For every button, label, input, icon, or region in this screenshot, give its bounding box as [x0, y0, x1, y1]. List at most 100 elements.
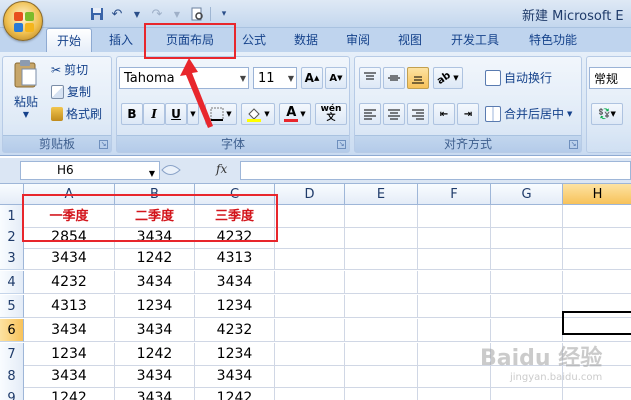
cell-d1[interactable] — [275, 205, 345, 228]
paste-dropdown-icon[interactable]: ▼ — [23, 110, 29, 119]
cell-g3[interactable] — [491, 247, 563, 270]
tab-formulas[interactable]: 公式 — [234, 28, 274, 52]
row-header-5[interactable]: 5 — [0, 295, 24, 318]
select-all-corner[interactable] — [0, 184, 24, 205]
alignment-launcher-icon[interactable]: ↘ — [569, 140, 578, 149]
row-header-2[interactable]: 2 — [0, 226, 24, 249]
align-top-button[interactable] — [359, 67, 381, 89]
customize-qat-icon[interactable]: ▾ — [215, 5, 233, 23]
number-format-select[interactable]: 常规 — [589, 67, 631, 89]
cell-h3[interactable] — [563, 247, 631, 270]
cell-d9[interactable] — [275, 387, 345, 400]
accounting-format-button[interactable]: 💱 ▼ — [591, 103, 623, 125]
align-center-button[interactable] — [383, 103, 405, 125]
tab-review[interactable]: 审阅 — [338, 28, 378, 52]
cell-c8[interactable]: 3434 — [195, 365, 275, 388]
cut-button[interactable]: ✂ 剪切 — [51, 61, 88, 78]
cell-c9[interactable]: 1242 — [195, 387, 275, 400]
cell-b5[interactable]: 1234 — [115, 295, 195, 318]
redo-dropdown-icon[interactable]: ▼ — [168, 5, 186, 23]
cell-f9[interactable] — [418, 387, 491, 400]
undo-icon[interactable]: ↶ — [108, 5, 126, 23]
column-header-d[interactable]: D — [275, 184, 345, 205]
cell-f6[interactable] — [418, 319, 491, 342]
insert-function-button[interactable]: fx — [216, 162, 227, 176]
row-header-6[interactable]: 6 — [0, 319, 24, 342]
cell-e4[interactable] — [345, 271, 418, 294]
cell-a3[interactable]: 3434 — [24, 247, 115, 270]
cell-e7[interactable] — [345, 343, 418, 366]
tab-developer[interactable]: 开发工具 — [442, 28, 508, 52]
font-size-select[interactable]: 11 ▼ — [253, 67, 297, 89]
align-bottom-button[interactable] — [407, 67, 429, 89]
cell-f3[interactable] — [418, 247, 491, 270]
column-header-g[interactable]: G — [491, 184, 563, 205]
name-box[interactable]: H6 ▼ — [20, 161, 160, 180]
tab-home[interactable]: 开始 — [46, 28, 92, 52]
cell-e2[interactable] — [345, 226, 418, 249]
cell-a4[interactable]: 4232 — [24, 271, 115, 294]
save-icon[interactable] — [88, 5, 106, 23]
tab-insert[interactable]: 插入 — [98, 28, 144, 52]
cell-e8[interactable] — [345, 365, 418, 388]
row-header-3[interactable]: 3 — [0, 247, 24, 270]
office-button[interactable] — [3, 1, 43, 41]
cell-a7[interactable]: 1234 — [24, 343, 115, 366]
bold-button[interactable]: B — [121, 103, 143, 125]
tab-data[interactable]: 数据 — [284, 28, 328, 52]
cell-f4[interactable] — [418, 271, 491, 294]
copy-button[interactable]: 复制 — [51, 83, 91, 100]
merge-dropdown-icon[interactable]: ▼ — [567, 110, 572, 118]
tab-special-features[interactable]: 特色功能 — [520, 28, 586, 52]
column-header-h[interactable]: H — [563, 184, 631, 205]
decrease-indent-button[interactable]: ⇤ — [433, 103, 455, 125]
undo-dropdown-icon[interactable]: ▼ — [128, 5, 146, 23]
cell-g1[interactable] — [491, 205, 563, 228]
redo-icon[interactable]: ↷ — [148, 5, 166, 23]
cell-e5[interactable] — [345, 295, 418, 318]
merge-center-button[interactable]: 合并后居中 ▼ — [485, 105, 572, 122]
increase-font-button[interactable]: A ▲ — [301, 67, 323, 89]
cell-d3[interactable] — [275, 247, 345, 270]
cell-h9[interactable] — [563, 387, 631, 400]
cell-c3[interactable]: 4313 — [195, 247, 275, 270]
row-header-4[interactable]: 4 — [0, 271, 24, 294]
column-header-f[interactable]: F — [418, 184, 491, 205]
decrease-font-button[interactable]: A ▼ — [325, 67, 347, 89]
cell-c7[interactable]: 1234 — [195, 343, 275, 366]
cell-e1[interactable] — [345, 205, 418, 228]
align-left-button[interactable] — [359, 103, 381, 125]
row-header-7[interactable]: 7 — [0, 343, 24, 366]
cell-g5[interactable] — [491, 295, 563, 318]
row-header-8[interactable]: 8 — [0, 365, 24, 388]
fill-color-button[interactable]: ▼ — [241, 103, 275, 125]
cell-a9[interactable]: 1242 — [24, 387, 115, 400]
cell-f1[interactable] — [418, 205, 491, 228]
cell-d7[interactable] — [275, 343, 345, 366]
cell-d5[interactable] — [275, 295, 345, 318]
row-header-1[interactable]: 1 — [0, 205, 24, 228]
cell-b6[interactable]: 3434 — [115, 319, 195, 342]
cell-b4[interactable]: 3434 — [115, 271, 195, 294]
cell-h2[interactable] — [563, 226, 631, 249]
cell-a5[interactable]: 4313 — [24, 295, 115, 318]
font-launcher-icon[interactable]: ↘ — [337, 140, 346, 149]
align-right-button[interactable] — [407, 103, 429, 125]
phonetic-guide-button[interactable]: wén 文 — [315, 103, 347, 125]
cell-g4[interactable] — [491, 271, 563, 294]
cell-b9[interactable]: 3434 — [115, 387, 195, 400]
cell-e9[interactable] — [345, 387, 418, 400]
cell-a8[interactable]: 3434 — [24, 365, 115, 388]
name-box-dropdown-icon[interactable]: ▼ — [149, 165, 155, 182]
orientation-button[interactable]: ab ▼ — [433, 67, 463, 89]
cell-h1[interactable] — [563, 205, 631, 228]
cell-d6[interactable] — [275, 319, 345, 342]
cell-e3[interactable] — [345, 247, 418, 270]
cell-g2[interactable] — [491, 226, 563, 249]
cell-d4[interactable] — [275, 271, 345, 294]
cell-h4[interactable] — [563, 271, 631, 294]
cell-b8[interactable]: 3434 — [115, 365, 195, 388]
formula-input[interactable] — [240, 161, 631, 180]
cell-b3[interactable]: 1242 — [115, 247, 195, 270]
cell-g9[interactable] — [491, 387, 563, 400]
